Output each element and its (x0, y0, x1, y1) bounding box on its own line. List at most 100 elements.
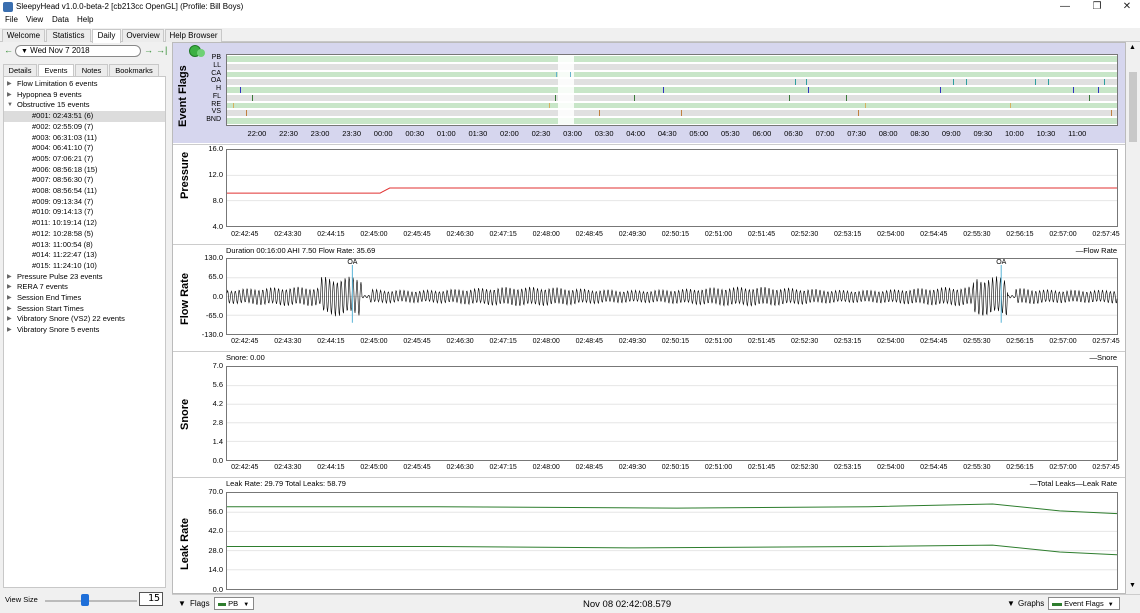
flag-event-mark[interactable] (795, 79, 797, 86)
flag-event-mark[interactable] (252, 94, 254, 101)
flag-event-mark[interactable] (1009, 102, 1011, 109)
subtab-details[interactable]: Details (3, 64, 37, 76)
tree-event-item[interactable]: #015: 11:24:10 (10) (4, 261, 165, 272)
chevron-right-icon[interactable]: ▶ (7, 314, 12, 324)
flag-event-mark[interactable] (1110, 110, 1112, 117)
menu-data[interactable]: Data (52, 15, 69, 24)
close-button[interactable]: ✕ (1112, 0, 1140, 15)
graphs-select[interactable]: Event Flags ▼ (1048, 597, 1120, 610)
flag-event-mark[interactable] (556, 71, 558, 78)
tree-event-item[interactable]: #009: 09:13:34 (7) (4, 197, 165, 208)
leak-plot[interactable] (226, 492, 1118, 590)
tree-group[interactable]: ▶ Session End Times (4, 293, 165, 304)
tree-event-item[interactable]: #011: 10:19:14 (12) (4, 218, 165, 229)
tree-group[interactable]: ▶ Hypopnea 9 events (4, 90, 165, 101)
tab-welcome[interactable]: Welcome (2, 29, 45, 42)
tree-group[interactable]: ▶ Session Start Times (4, 304, 165, 315)
view-size-value[interactable]: 15 (139, 592, 163, 606)
chevron-right-icon[interactable]: ▶ (7, 304, 12, 314)
menu-help[interactable]: Help (77, 15, 93, 24)
tree-event-item[interactable]: #006: 08:56:18 (15) (4, 165, 165, 176)
tree-group[interactable]: ▶ Vibratory Snore 5 events (4, 325, 165, 336)
menu-view[interactable]: View (26, 15, 43, 24)
tree-event-item[interactable]: #003: 06:31:03 (11) (4, 133, 165, 144)
tree-event-item[interactable]: #012: 10:28:58 (5) (4, 229, 165, 240)
flag-event-mark[interactable] (1098, 87, 1100, 93)
tab-overview[interactable]: Overview (122, 29, 164, 42)
chevron-right-icon[interactable]: ▶ (7, 293, 12, 303)
flag-event-mark[interactable] (1034, 79, 1036, 86)
flag-event-mark[interactable] (858, 110, 860, 117)
chevron-right-icon[interactable]: ▶ (7, 90, 12, 100)
event-flags-plot[interactable] (226, 54, 1118, 126)
flag-event-mark[interactable] (681, 110, 683, 117)
tab-statistics[interactable]: Statistics (46, 29, 91, 42)
flag-event-mark[interactable] (599, 110, 601, 117)
flag-event-mark[interactable] (1047, 79, 1049, 86)
date-picker[interactable]: ▼ Wed Nov 7 2018 (15, 45, 141, 57)
flag-event-mark[interactable] (788, 94, 790, 101)
flag-event-mark[interactable] (864, 102, 866, 109)
flow-plot[interactable]: OA OA (226, 258, 1118, 335)
tree-event-item[interactable]: #002: 02:55:09 (7) (4, 122, 165, 133)
flags-dropdown-arrow-icon[interactable]: ▼ (178, 599, 186, 608)
tab-daily[interactable]: Daily (92, 29, 121, 43)
flag-event-mark[interactable] (1072, 87, 1074, 93)
tree-event-item[interactable]: #010: 09:14:13 (7) (4, 207, 165, 218)
restore-button[interactable]: ❐ (1082, 0, 1112, 15)
flag-event-mark[interactable] (634, 94, 636, 101)
flag-event-mark[interactable] (845, 94, 847, 101)
flag-event-mark[interactable] (1104, 79, 1106, 86)
last-day-button[interactable]: →| (156, 45, 167, 55)
tree-group[interactable]: ▼ Obstructive 15 events (4, 100, 165, 111)
next-day-button[interactable]: → (144, 45, 153, 55)
tree-event-item[interactable]: #004: 06:41:10 (7) (4, 143, 165, 154)
chevron-right-icon[interactable]: ▶ (7, 325, 12, 335)
tree-event-item[interactable]: #013: 11:00:54 (8) (4, 240, 165, 251)
tab-help-browser[interactable]: Help Browser (165, 29, 222, 42)
tree-event-item[interactable]: #007: 08:56:30 (7) (4, 175, 165, 186)
chevron-right-icon[interactable]: ▶ (7, 272, 12, 282)
tree-group[interactable]: ▶ Pressure Pulse 23 events (4, 272, 165, 283)
subtab-events[interactable]: Events (38, 64, 74, 76)
pressure-plot[interactable] (226, 149, 1118, 227)
selected-range-highlight[interactable] (558, 55, 575, 125)
flag-event-mark[interactable] (662, 87, 664, 93)
chevron-right-icon[interactable]: ▶ (7, 79, 12, 89)
tree-group[interactable]: ▶ Vibratory Snore (VS2) 22 events (4, 314, 165, 325)
flag-event-mark[interactable] (965, 79, 967, 86)
tree-event-item[interactable]: #008: 08:56:54 (11) (4, 186, 165, 197)
graph-scroll-thumb[interactable] (1129, 72, 1137, 142)
tree-group[interactable]: ▶ RERA 7 events (4, 282, 165, 293)
chevron-down-icon[interactable]: ▼ (7, 100, 13, 110)
subtab-notes[interactable]: Notes (75, 64, 108, 76)
flag-event-mark[interactable] (807, 87, 809, 93)
flag-event-mark[interactable] (233, 102, 235, 109)
scroll-down-icon[interactable]: ▼ (1129, 582, 1136, 589)
flag-event-mark[interactable] (1088, 94, 1090, 101)
subtab-bookmarks[interactable]: Bookmarks (109, 64, 159, 76)
tree-event-item[interactable]: #014: 11:22:47 (13) (4, 250, 165, 261)
flag-event-mark[interactable] (239, 87, 241, 93)
flag-event-mark[interactable] (555, 94, 557, 101)
tree-event-item[interactable]: #001: 02:43:51 (6) (4, 111, 165, 122)
prev-day-button[interactable]: ← (4, 45, 13, 55)
flag-event-mark[interactable] (245, 110, 247, 117)
flags-select[interactable]: PB ▼ (214, 597, 254, 610)
snore-plot[interactable] (226, 366, 1118, 461)
flag-event-mark[interactable] (806, 79, 808, 86)
chevron-right-icon[interactable]: ▶ (7, 282, 12, 292)
view-size-slider-track[interactable] (45, 600, 137, 602)
graphs-dropdown-arrow-icon[interactable]: ▼ (1007, 599, 1015, 608)
scroll-up-icon[interactable]: ▲ (1129, 44, 1136, 51)
flag-event-mark[interactable] (940, 87, 942, 93)
menu-file[interactable]: File (5, 15, 18, 24)
tree-group[interactable]: ▶ Flow Limitation 6 events (4, 79, 165, 90)
tree-event-item[interactable]: #005: 07:06:21 (7) (4, 154, 165, 165)
graph-scrollbar[interactable]: ▲ ▼ (1127, 42, 1139, 594)
minimize-button[interactable]: — (1050, 0, 1080, 15)
flag-event-mark[interactable] (548, 102, 550, 109)
flag-event-mark[interactable] (570, 71, 572, 78)
view-size-slider-handle[interactable] (81, 594, 90, 606)
flag-event-mark[interactable] (952, 79, 954, 86)
